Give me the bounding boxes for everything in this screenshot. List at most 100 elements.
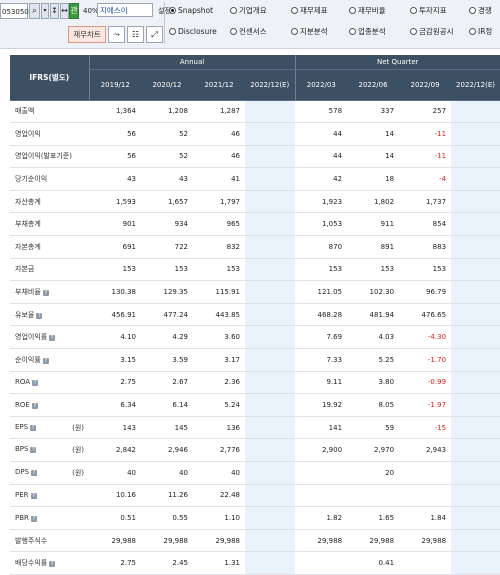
table-cell: 2,842 (89, 438, 141, 462)
table-cell (245, 529, 296, 553)
radio-label: Snapshot (178, 6, 214, 15)
search-icon[interactable]: ⌕ (29, 3, 40, 19)
radio-top-0[interactable]: Snapshot (169, 5, 213, 17)
table-cell: 29,988 (399, 529, 452, 553)
row-label-cell: 발행주식수 (10, 529, 89, 553)
table-cell: 41 (193, 167, 245, 191)
radio-dot-icon (410, 7, 417, 14)
table-cell (451, 190, 500, 214)
row-unit: (원) (72, 423, 84, 432)
table-cell: 3.60 (193, 325, 245, 350)
radio-label: 지분분석 (300, 27, 328, 36)
table-cell (295, 461, 348, 485)
radio-dot-icon (291, 28, 298, 35)
row-label: 영업이익(발표기준) (15, 152, 72, 161)
radio-top-3[interactable]: 재무비율 (349, 5, 386, 17)
table-cell (245, 438, 296, 462)
row-label: ROA (15, 378, 31, 387)
expand-icon[interactable]: ⤢ (146, 26, 163, 43)
radio-dot-icon (469, 28, 476, 35)
table-cell: 6.34 (89, 393, 141, 417)
radio-dot-icon (349, 7, 356, 14)
help-icon[interactable]: ? (49, 335, 56, 342)
table-cell: 44 (295, 122, 348, 146)
financial-chart-button[interactable]: 재무차트 (68, 26, 106, 43)
layout-icon[interactable]: ☷ (127, 26, 144, 43)
row-label-cell: ROE? (10, 393, 89, 417)
help-icon[interactable]: ? (42, 290, 49, 297)
table-cell: 1,737 (399, 190, 452, 214)
stock-code-input[interactable]: 053050 (0, 3, 29, 19)
chart-tool-icon[interactable]: ⤳ (108, 26, 125, 43)
row-label: 배당수익률 (15, 559, 48, 568)
row-label-cell: BPS? (원) (10, 438, 89, 462)
table-cell (245, 551, 296, 575)
table-cell: 722 (141, 235, 193, 259)
help-icon[interactable]: ? (30, 515, 37, 522)
radio-bottom-5[interactable]: IR정 (469, 26, 492, 38)
table-row: BPS? (원) 2,842 2,946 2,776 2,900 2,970 2,943 (10, 438, 500, 462)
ifrs-header: IFRS(별도) (10, 55, 89, 101)
stock-name-field[interactable]: 지에스이 (97, 3, 153, 17)
table-cell: 40 (141, 461, 193, 485)
table-cell (245, 190, 296, 214)
radio-bottom-4[interactable]: 금감원공시 (410, 26, 454, 38)
table-cell: 3.59 (141, 348, 193, 372)
help-icon[interactable]: ? (30, 424, 37, 431)
radio-bottom-2[interactable]: 지분분석 (291, 26, 328, 38)
table-cell: 2.75 (89, 551, 141, 575)
radio-top-5[interactable]: 경쟁 (469, 5, 492, 17)
table-cell: 129.35 (141, 280, 193, 304)
table-cell: 40 (193, 461, 245, 485)
help-icon[interactable]: ? (30, 493, 37, 500)
radio-label: 투자지표 (419, 6, 447, 15)
table-cell (295, 551, 348, 575)
table-cell (451, 258, 500, 282)
table-cell: 832 (193, 235, 245, 259)
radio-top-4[interactable]: 투자지표 (410, 5, 447, 17)
help-icon[interactable]: ? (49, 561, 56, 568)
table-cell: 19.92 (295, 393, 348, 417)
table-cell: 1,797 (193, 190, 245, 214)
table-cell (451, 551, 500, 575)
arrows-icon[interactable]: ↕ (50, 3, 59, 19)
help-icon[interactable]: ? (42, 357, 49, 364)
help-icon[interactable]: ? (31, 403, 38, 410)
table-cell: 52 (141, 145, 193, 169)
table-cell: 1.65 (347, 506, 400, 530)
help-icon[interactable]: ? (32, 380, 39, 387)
table-cell (451, 325, 500, 350)
table-cell: 854 (399, 212, 452, 237)
help-icon[interactable]: ? (36, 312, 43, 319)
table-cell (245, 235, 296, 259)
table-cell (451, 461, 500, 485)
favorite-button[interactable]: 관 (69, 3, 79, 19)
table-cell: 476.65 (399, 303, 452, 327)
row-label: ROE (15, 401, 30, 410)
radio-dot-icon (230, 7, 237, 14)
radio-bottom-3[interactable]: 업종분석 (349, 26, 386, 38)
table-cell: 1.10 (193, 506, 245, 530)
table-cell: 121.05 (295, 280, 348, 304)
help-icon[interactable]: ? (30, 447, 37, 454)
radio-label: 업종분석 (358, 27, 386, 36)
radio-top-1[interactable]: 기업개요 (230, 5, 267, 17)
chevron-down-icon[interactable]: ▾ (41, 3, 49, 19)
table-cell: 3.17 (193, 348, 245, 372)
radio-top-2[interactable]: 재무제표 (291, 5, 328, 17)
table-cell: 443.85 (193, 303, 245, 327)
table-cell: -4 (399, 167, 452, 191)
table-cell: 2,900 (295, 438, 348, 462)
table-cell: -1.70 (399, 348, 452, 372)
radio-bottom-0[interactable]: Disclosure (169, 26, 217, 38)
help-icon[interactable]: ? (31, 469, 38, 476)
column-header: 2022/12(E) (245, 69, 296, 101)
table-cell: 1.31 (193, 551, 245, 575)
radio-label: 금감원공시 (419, 27, 454, 36)
radio-bottom-1[interactable]: 컨센서스 (230, 26, 267, 38)
table-cell (245, 416, 296, 440)
nav-icon[interactable]: ↔ (60, 3, 69, 19)
row-label-cell: PBR? (10, 506, 89, 530)
table-cell: -0.99 (399, 371, 452, 395)
radio-dot-icon (349, 28, 356, 35)
